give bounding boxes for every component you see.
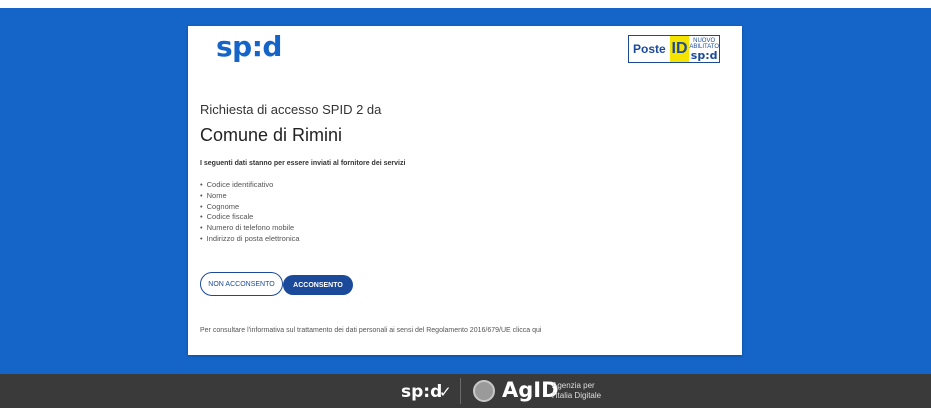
- spid-badge: NUOVO ABILITATO sp:d: [689, 36, 719, 62]
- footer-spid-logo: sp:d: [401, 382, 443, 402]
- check-icon: ✓: [439, 384, 452, 401]
- list-item: Indirizzo di posta elettronica: [200, 234, 300, 245]
- accept-button[interactable]: ACCONSENTO: [283, 275, 353, 295]
- republic-emblem-icon: [473, 380, 495, 402]
- footer-agid-logo: AgID: [502, 378, 559, 402]
- agency-line-2: l'Italia Digitale: [552, 391, 602, 400]
- list-item: Codice fiscale: [200, 212, 300, 223]
- privacy-link[interactable]: Per consultare l'informativa sul trattam…: [200, 327, 541, 334]
- footer-divider: [460, 378, 461, 404]
- agency-name: Agenzia per l'Italia Digitale: [552, 381, 601, 401]
- spid-logo: sp:d: [216, 30, 282, 63]
- organization-name: Comune di Rimini: [200, 125, 343, 145]
- data-intro: I seguenti dati stanno per essere inviat…: [200, 160, 406, 167]
- poste-id-mark: ID: [669, 36, 690, 62]
- poste-wordmark: Poste: [629, 36, 670, 62]
- consent-card: sp:d Poste ID NUOVO ABILITATO sp:d Richi…: [188, 26, 742, 355]
- top-band: [0, 0, 931, 8]
- list-item: Cognome: [200, 202, 300, 213]
- posteid-logo: Poste ID NUOVO ABILITATO sp:d: [628, 35, 720, 63]
- deny-button[interactable]: NON ACCONSENTO: [200, 272, 283, 296]
- list-item: Numero di telefono mobile: [200, 223, 300, 234]
- list-item: Codice identificativo: [200, 180, 300, 191]
- footer-bar: [0, 374, 931, 408]
- list-item: Nome: [200, 191, 300, 202]
- request-label: Richiesta di accesso SPID 2 da: [200, 102, 382, 117]
- spid-badge-logo: sp:d: [690, 48, 718, 62]
- attribute-list: Codice identificativo Nome Cognome Codic…: [200, 180, 300, 245]
- agency-line-1: Agenzia per: [552, 381, 595, 390]
